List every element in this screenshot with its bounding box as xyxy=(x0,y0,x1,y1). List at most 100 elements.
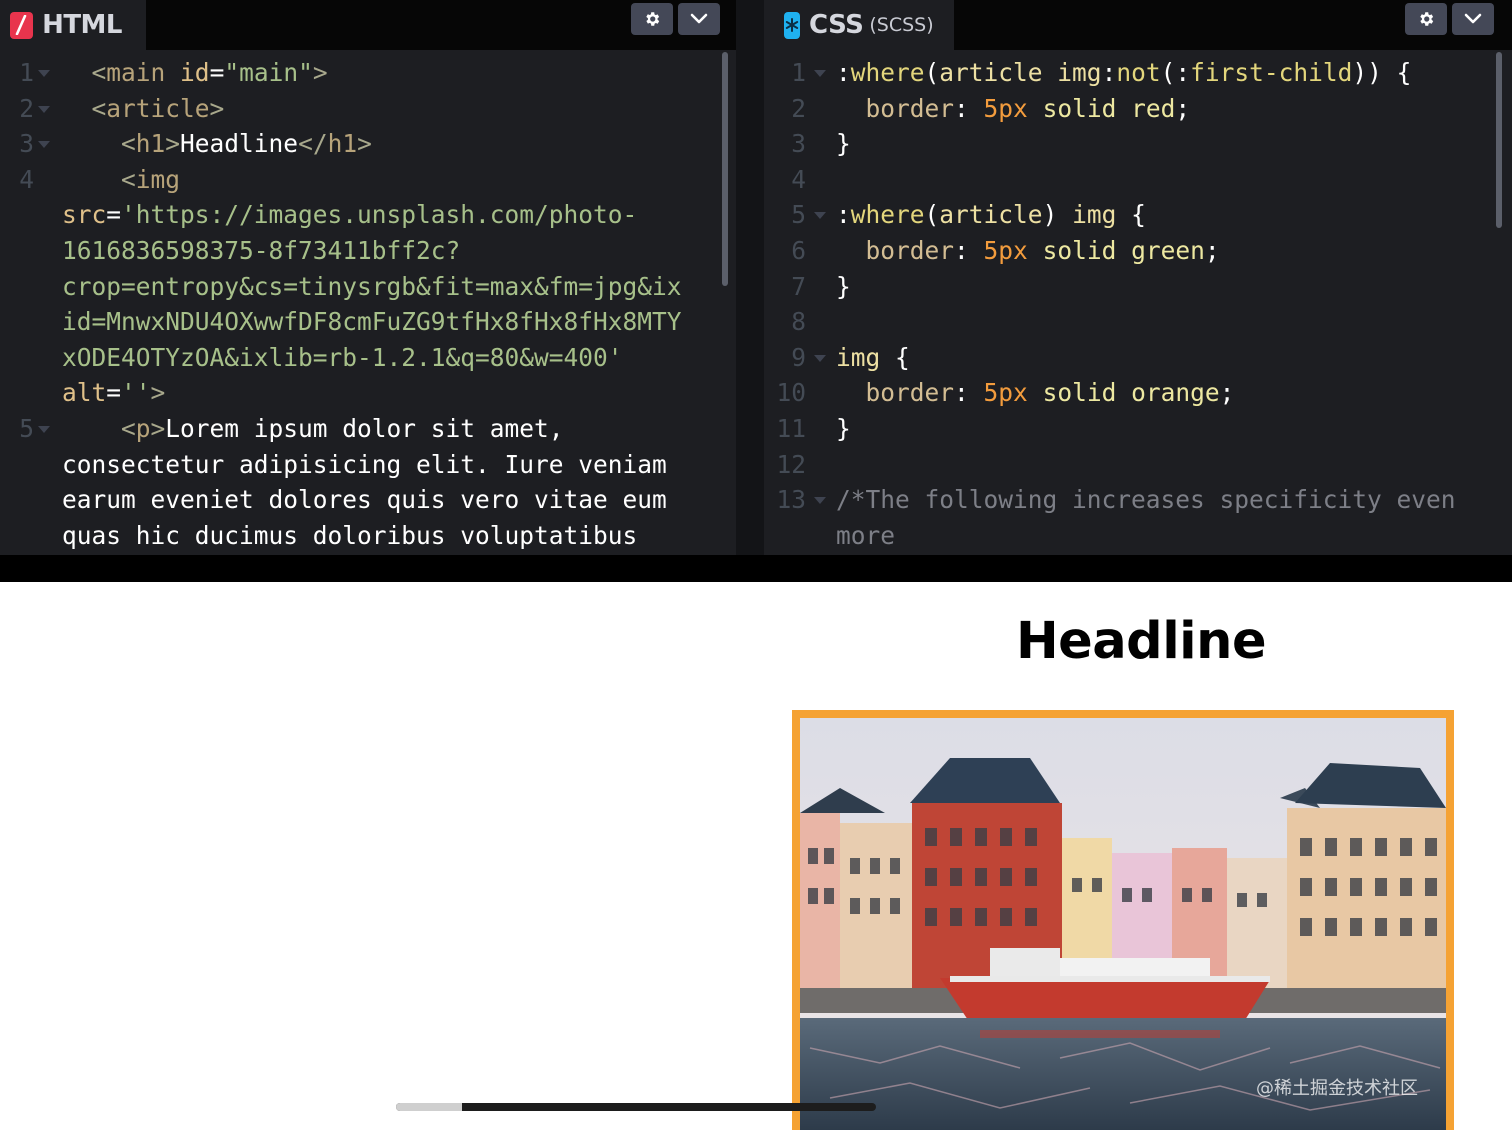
css-code-line[interactable]: 5 :where(article) img { xyxy=(764,197,1512,233)
css-code-line[interactable]: 10 border: 5px solid orange; xyxy=(764,375,1512,411)
fold-arrow-icon[interactable] xyxy=(38,141,50,149)
harbor-photo-illustration xyxy=(800,718,1446,1130)
css-code-area[interactable]: 1 :where(article img:not(:first-child)) {… xyxy=(764,50,1512,555)
css-line-text: } xyxy=(836,129,851,159)
html-code-line[interactable]: 1616836598375-8f73411bff2c? xyxy=(0,233,736,269)
html-line-text: 1616836598375-8f73411bff2c? xyxy=(62,236,461,265)
fold-arrow-icon[interactable] xyxy=(814,212,826,220)
html-line-text: xODE4OTYzOA&ixlib=rb-1.2.1&q=80&w=400' xyxy=(62,342,623,372)
css-line-number: 12 xyxy=(776,449,806,479)
css-line-text: :where(article img:not(:first-child)) { xyxy=(836,58,1412,87)
html-line-text: crop=entropy&cs=tinysrgb&fit=max&fm=jpg&… xyxy=(62,271,682,301)
html-code-line[interactable]: crop=entropy&cs=tinysrgb&fit=max&fm=jpg&… xyxy=(0,269,736,305)
html-code-line[interactable]: earum eveniet dolores quis vero vitae eu… xyxy=(0,482,736,518)
html-code-line[interactable]: consectetur adipisicing elit. Iure venia… xyxy=(0,447,736,483)
html-tab-title: HTML xyxy=(42,10,122,40)
css-line-number: 13 xyxy=(776,485,806,515)
html-line-text: id=MnwxNDU4OXwwfDF8cmFuZG9tfHx8fHx8fHx8M… xyxy=(62,307,682,337)
html-code-line[interactable]: 3 <h1>Headline</h1> xyxy=(0,126,736,162)
css-line-text: } xyxy=(836,414,851,443)
html-line-text: <img xyxy=(62,164,181,194)
chevron-down-icon xyxy=(690,13,708,24)
fold-arrow-icon[interactable] xyxy=(814,354,826,362)
fold-arrow-icon[interactable] xyxy=(38,105,50,113)
html-line-text: consectetur adipisicing elit. Iure venia… xyxy=(62,449,667,479)
html-line-number: 3 xyxy=(19,129,34,159)
html-line-text: <main id="main"> xyxy=(91,58,328,87)
html-code-line[interactable]: 4 <img xyxy=(0,162,736,198)
resize-bar[interactable] xyxy=(0,555,1512,582)
css-line-text: img { xyxy=(836,342,910,372)
css-code-line[interactable]: 12 xyxy=(764,447,1512,483)
css-code-line[interactable]: 2 border: 5px solid red; xyxy=(764,91,1512,127)
preview-image: @稀土掘金技术社区 xyxy=(800,718,1446,1130)
css-code-line[interactable]: 9 img { xyxy=(764,340,1512,376)
css-settings-button[interactable] xyxy=(1405,3,1447,35)
html-settings-button[interactable] xyxy=(631,3,673,35)
css-collapse-button[interactable] xyxy=(1452,3,1494,35)
css-tab[interactable]: CSS (SCSS) xyxy=(764,0,954,50)
css-code-line[interactable]: 4 xyxy=(764,162,1512,198)
css-line-number: 11 xyxy=(776,414,806,443)
css-line-number: 10 xyxy=(776,378,806,408)
css-code-line[interactable]: 3} xyxy=(764,126,1512,162)
css-editor-panel: CSS (SCSS) 1 :where(article img:not(:firs… xyxy=(764,0,1512,555)
css-line-number: 3 xyxy=(791,129,806,159)
fold-arrow-icon[interactable] xyxy=(814,70,826,77)
html-tab[interactable]: HTML xyxy=(0,0,146,50)
css-line-number: 1 xyxy=(791,58,806,87)
css-editor-header: CSS (SCSS) xyxy=(764,0,1512,50)
css-code-line[interactable]: 11} xyxy=(764,411,1512,447)
css-line-number: 5 xyxy=(791,200,806,230)
preview-image-frame: @稀土掘金技术社区 xyxy=(792,710,1454,1130)
html-line-text: quas hic ducimus doloribus voluptatibus xyxy=(62,520,638,550)
css-code-line[interactable]: more xyxy=(764,518,1512,554)
css-line-number: 6 xyxy=(791,236,806,265)
html-code-area[interactable]: 1 <main id="main"> 2 <article> 3 <h1>Headl… xyxy=(0,50,736,555)
fold-arrow-icon[interactable] xyxy=(38,70,50,77)
css-tab-title: CSS xyxy=(809,10,864,40)
css-code-line[interactable]: 8 xyxy=(764,304,1512,340)
gear-icon xyxy=(1420,12,1434,26)
fold-arrow-icon[interactable] xyxy=(38,426,50,433)
fold-arrow-icon[interactable] xyxy=(814,497,826,505)
css-line-text: /*The following increases specificity ev… xyxy=(836,485,1456,515)
html-line-number: 1 xyxy=(19,58,34,87)
preview-scrollbar-thumb[interactable] xyxy=(396,1103,462,1111)
html-code-line[interactable]: id=MnwxNDU4OXwwfDF8cmFuZG9tfHx8fHx8fHx8M… xyxy=(0,304,736,340)
css-line-text: border: 5px solid orange; xyxy=(865,378,1235,408)
html-line-text: alt=''> xyxy=(62,378,166,408)
preview-headline: Headline xyxy=(1016,612,1267,671)
html-line-number: 4 xyxy=(19,164,34,194)
html-code-line[interactable]: 1 <main id="main"> xyxy=(0,55,736,91)
html-badge-icon xyxy=(10,11,34,39)
html-line-text: src='https://images.unsplash.com/photo- xyxy=(62,200,638,230)
panel-divider[interactable] xyxy=(736,0,764,555)
html-editor-scrollbar[interactable] xyxy=(722,52,728,286)
css-line-number: 4 xyxy=(791,164,806,194)
html-code-line[interactable]: quas hic ducimus doloribus voluptatibus xyxy=(0,518,736,554)
html-code-line[interactable]: 5 <p>Lorem ipsum dolor sit amet, xyxy=(0,411,736,447)
chevron-down-icon xyxy=(1464,13,1482,24)
css-code-line[interactable]: 7} xyxy=(764,269,1512,305)
css-tab-subtitle: (SCSS) xyxy=(869,14,934,36)
html-code-line[interactable]: 2 <article> xyxy=(0,91,736,127)
css-editor-scrollbar[interactable] xyxy=(1496,52,1502,228)
css-line-number: 9 xyxy=(791,342,806,372)
css-code-line[interactable]: 6 border: 5px solid green; xyxy=(764,233,1512,269)
watermark-text: @稀土掘金技术社区 xyxy=(1256,1078,1418,1099)
css-line-text: :where(article) img { xyxy=(836,200,1146,230)
css-code-line[interactable]: 1 :where(article img:not(:first-child)) { xyxy=(764,55,1512,91)
preview-horizontal-scrollbar[interactable] xyxy=(396,1103,876,1111)
css-code-line[interactable]: 13 /*The following increases specificity … xyxy=(764,482,1512,518)
html-code-line[interactable]: alt=''> xyxy=(0,375,736,411)
html-collapse-button[interactable] xyxy=(678,3,720,35)
css-line-text: } xyxy=(836,271,851,301)
html-code-line[interactable]: src='https://images.unsplash.com/photo- xyxy=(0,197,736,233)
editor-area: HTML 1 <main id="main"> 2 <article> 3 <h1>… xyxy=(0,0,1512,582)
html-code-line[interactable]: xODE4OTYzOA&ixlib=rb-1.2.1&q=80&w=400' xyxy=(0,340,736,376)
html-line-text: <p>Lorem ipsum dolor sit amet, xyxy=(62,414,564,443)
css-line-number: 2 xyxy=(791,93,806,123)
html-line-number: 2 xyxy=(19,93,34,123)
html-line-text: <h1>Headline</h1> xyxy=(62,129,372,159)
